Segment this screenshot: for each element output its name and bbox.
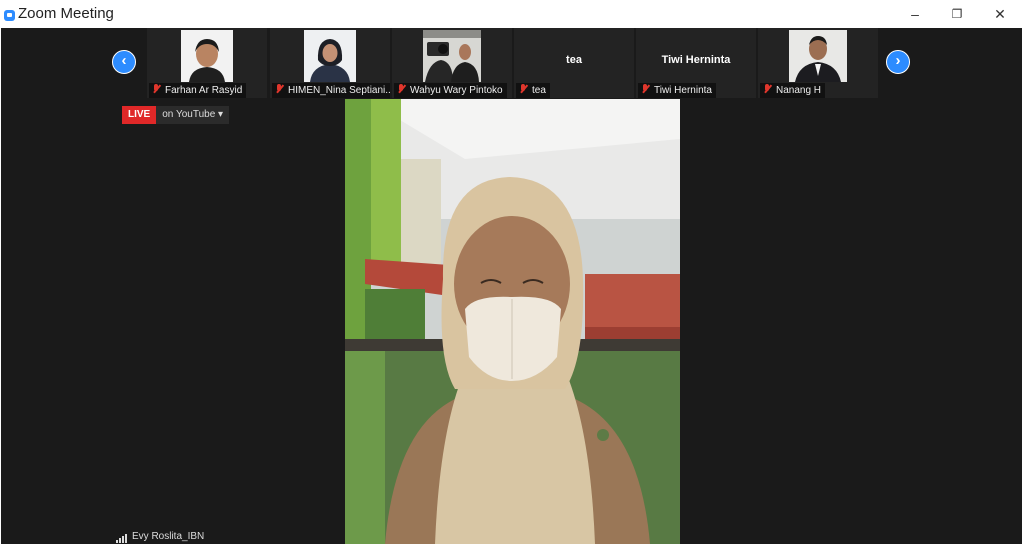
participant-tile[interactable]: Tiwi Herninta Tiwi Herninta <box>636 28 756 98</box>
gallery-prev-button[interactable]: ‹ <box>112 50 136 74</box>
muted-mic-icon <box>397 84 406 94</box>
participant-video <box>304 30 356 82</box>
muted-mic-icon <box>641 84 650 94</box>
minimize-button[interactable]: – <box>900 4 930 24</box>
participant-tile[interactable]: HIMEN_Nina Septiani... <box>270 28 390 98</box>
participant-tile[interactable]: Nanang H <box>758 28 878 98</box>
participant-name-label: Farhan Ar Rasyid <box>149 83 247 98</box>
participant-name-label: tea <box>516 83 550 98</box>
participant-name-label: HIMEN_Nina Septiani... <box>272 83 390 98</box>
participant-tile[interactable]: Farhan Ar Rasyid <box>147 28 267 98</box>
muted-mic-icon <box>519 84 528 94</box>
meeting-stage: ‹ › Farhan Ar Rasyid HIMEN_Nina Septiani… <box>1 28 1022 544</box>
participant-tile[interactable]: tea tea <box>514 28 634 98</box>
chevron-right-icon: › <box>895 52 901 69</box>
zoom-logo-icon <box>4 10 15 21</box>
live-stream-indicator[interactable]: LIVE on YouTube ▾ <box>122 106 230 124</box>
participant-display-name: tea <box>566 54 582 66</box>
title-bar: Zoom Meeting – ❐ ✕ <box>0 0 1024 28</box>
participant-tile[interactable]: Wahyu Wary Pintoko <box>392 28 512 98</box>
maximize-button[interactable]: ❐ <box>942 4 972 24</box>
participant-name-label: Tiwi Herninta <box>638 83 716 98</box>
chevron-left-icon: ‹ <box>121 52 127 69</box>
participant-video <box>789 30 847 82</box>
participant-video <box>423 30 481 82</box>
active-speaker-video <box>345 99 680 544</box>
muted-mic-icon <box>152 84 161 94</box>
live-badge: LIVE <box>122 106 157 124</box>
signal-strength-icon <box>116 532 128 543</box>
participant-display-name: Tiwi Herninta <box>661 54 731 66</box>
participant-strip: Farhan Ar Rasyid HIMEN_Nina Septiani... <box>147 28 879 98</box>
active-speaker-label: Evy Roslita_IBN <box>116 531 204 543</box>
live-stream-dropdown[interactable]: on YouTube ▾ <box>156 106 230 124</box>
participant-name-label: Nanang H <box>760 83 826 98</box>
muted-mic-icon <box>763 84 772 94</box>
participant-name-label: Wahyu Wary Pintoko <box>394 83 507 98</box>
gallery-next-button[interactable]: › <box>886 50 910 74</box>
muted-mic-icon <box>275 84 284 94</box>
participant-video <box>181 30 233 82</box>
window-title: Zoom Meeting <box>18 5 114 22</box>
close-button[interactable]: ✕ <box>985 4 1015 24</box>
